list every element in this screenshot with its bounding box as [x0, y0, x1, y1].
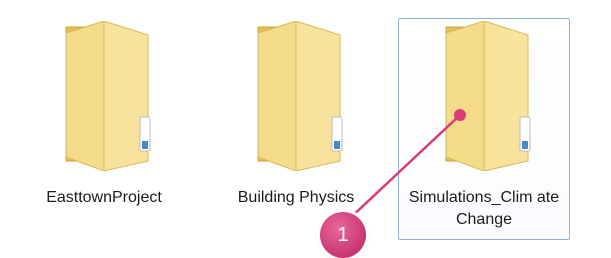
folder-label: Building Physics — [237, 189, 355, 206]
folder-icon — [44, 21, 164, 171]
folder-icon — [236, 21, 356, 171]
folder-label: EasttownProject — [46, 189, 162, 206]
folder-label: Simulations_Clim ateChange — [408, 189, 560, 228]
step-badge: 1 — [320, 212, 366, 258]
folder-building-physics[interactable]: Building Physics — [210, 18, 382, 240]
file-explorer-pane: EasttownProject Building Physics Simulat… — [0, 0, 611, 258]
folder-icon — [424, 21, 544, 171]
folder-easttownproject[interactable]: EasttownProject — [18, 18, 190, 240]
folder-simulations-climatechange[interactable]: Simulations_Clim ateChange — [398, 18, 570, 240]
